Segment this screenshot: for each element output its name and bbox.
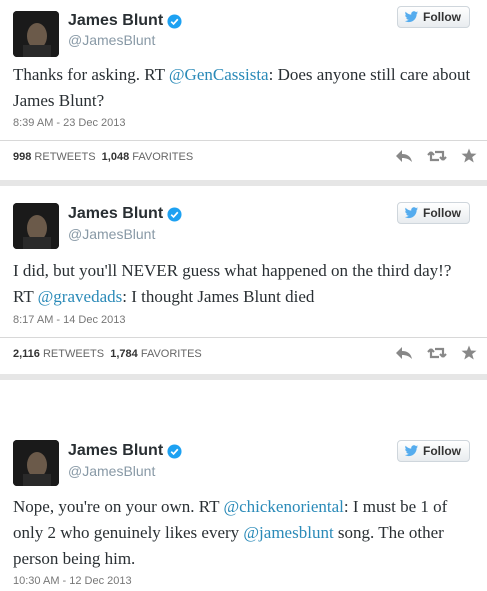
avatar[interactable] (13, 203, 59, 249)
tweet-actions (395, 345, 477, 360)
follow-button[interactable]: Follow (397, 202, 470, 224)
verified-badge-icon (167, 206, 182, 222)
mention-link[interactable]: @gravedads (38, 287, 123, 306)
tweet-actions (395, 148, 477, 163)
tweet-timestamp[interactable]: 8:39 AM - 23 Dec 2013 (13, 117, 126, 129)
tweet-stats: 2,116 RETWEETS 1,784 FAVORITES (13, 348, 202, 360)
favorite-count[interactable]: 1,048 (102, 151, 130, 163)
author-handle[interactable]: @JamesBlunt (68, 32, 155, 48)
author-name[interactable]: James Blunt (68, 442, 182, 460)
favorite-icon[interactable] (461, 148, 477, 163)
author-handle[interactable]: @JamesBlunt (68, 226, 155, 242)
retweet-count[interactable]: 998 (13, 151, 31, 163)
tweet-timestamp[interactable]: 10:30 AM - 12 Dec 2013 (13, 575, 132, 587)
tweet-stats: 998 RETWEETS 1,048 FAVORITES (13, 151, 194, 163)
tweet-text: Nope, you're on your own. RT @chickenori… (13, 497, 448, 568)
avatar[interactable] (13, 11, 59, 57)
reply-icon[interactable] (395, 346, 413, 360)
twitter-bird-icon (404, 445, 419, 457)
twitter-bird-icon (404, 207, 419, 219)
avatar[interactable] (13, 440, 59, 486)
retweet-count[interactable]: 2,116 (13, 348, 40, 360)
verified-badge-icon (167, 443, 182, 459)
tweet-text: I did, but you'll NEVER guess what happe… (13, 261, 452, 306)
mention-link[interactable]: @GenCassista (169, 65, 269, 84)
mention-link[interactable]: @jamesblunt (243, 523, 333, 542)
follow-button[interactable]: Follow (397, 440, 470, 462)
retweet-icon[interactable] (427, 149, 447, 163)
tweet-text: Thanks for asking. RT @GenCassista: Does… (13, 65, 471, 110)
author-name[interactable]: James Blunt (68, 12, 182, 30)
tweet-timestamp[interactable]: 8:17 AM - 14 Dec 2013 (13, 314, 126, 326)
favorite-icon[interactable] (461, 345, 477, 360)
follow-button[interactable]: Follow (397, 6, 470, 28)
tweet-card: James Blunt @JamesBlunt Follow Thanks fo… (0, 0, 487, 180)
tweet-card: James Blunt @JamesBlunt Follow Nope, you… (0, 424, 487, 591)
favorite-count[interactable]: 1,784 (110, 348, 138, 360)
author-handle[interactable]: @JamesBlunt (68, 463, 155, 479)
mention-link[interactable]: @chickenoriental (223, 497, 343, 516)
author-name[interactable]: James Blunt (68, 205, 182, 223)
twitter-bird-icon (404, 11, 419, 23)
reply-icon[interactable] (395, 149, 413, 163)
retweet-icon[interactable] (427, 346, 447, 360)
verified-badge-icon (167, 13, 182, 29)
tweet-card: James Blunt @JamesBlunt Follow I did, bu… (0, 186, 487, 374)
